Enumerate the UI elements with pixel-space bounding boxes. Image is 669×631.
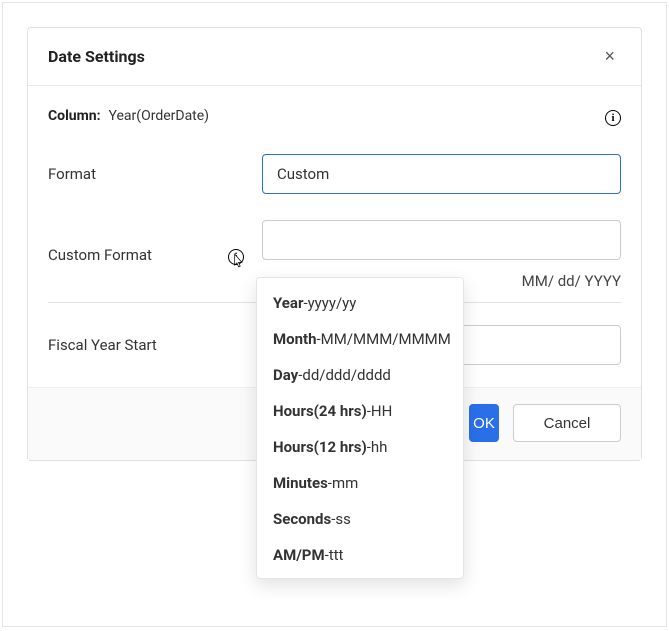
format-select-value: Custom	[277, 165, 329, 183]
tooltip-item: Seconds-ss	[273, 510, 447, 528]
column-value: Year(OrderDate)	[109, 108, 210, 124]
tooltip-item: Year-yyyy/yy	[273, 294, 447, 312]
format-row: Format Custom	[48, 154, 621, 194]
tooltip-item: Minutes-mm	[273, 474, 447, 492]
dialog-header: Date Settings ×	[28, 28, 641, 86]
cancel-button[interactable]: Cancel	[513, 404, 621, 442]
fiscal-label: Fiscal Year Start	[48, 336, 228, 354]
dialog-title: Date Settings	[48, 47, 145, 66]
ok-button[interactable]: OK	[469, 404, 499, 442]
column-label: Column:	[48, 108, 101, 124]
tooltip-item: Hours(12 hrs)-hh	[273, 438, 447, 456]
format-tooltip: Year-yyyy/yy Month-MM/MMM/MMMM Day-dd/dd…	[256, 277, 464, 579]
column-info-icon[interactable]: i	[605, 106, 621, 126]
tooltip-item: Month-MM/MMM/MMMM	[273, 330, 447, 348]
column-row: Column: Year(OrderDate) i	[48, 106, 621, 126]
custom-format-input[interactable]	[262, 220, 621, 260]
close-button[interactable]: ×	[598, 44, 621, 69]
custom-format-info-icon[interactable]: i	[228, 245, 244, 265]
format-label: Format	[48, 165, 228, 183]
tooltip-item: Hours(24 hrs)-HH	[273, 402, 447, 420]
format-select[interactable]: Custom	[262, 154, 621, 194]
tooltip-item: Day-dd/ddd/dddd	[273, 366, 447, 384]
tooltip-item: AM/PM-ttt	[273, 546, 447, 564]
custom-format-label: Custom Format	[48, 246, 228, 264]
custom-format-hint: MM/ dd/ YYYY	[522, 272, 621, 290]
